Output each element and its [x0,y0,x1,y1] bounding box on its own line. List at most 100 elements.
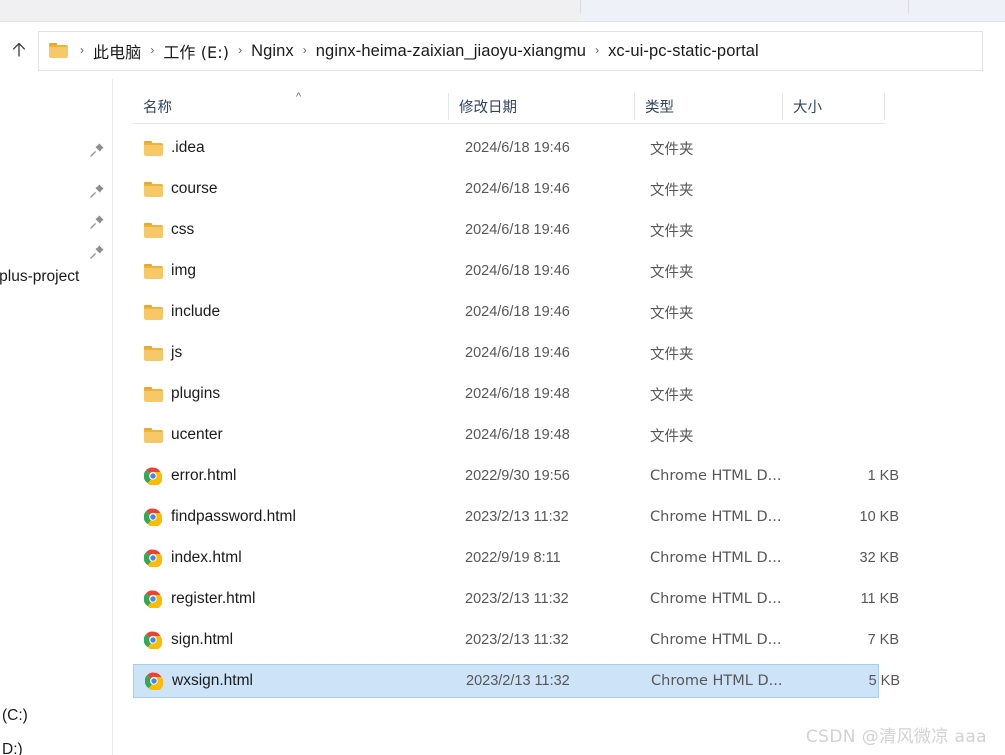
file-explorer-window: › 此电脑 › 工作 (E:) › Nginx › nginx-heima-za… [0,0,1005,755]
rename-icon[interactable] [281,0,289,2]
toolbar-divider-2 [908,0,909,14]
chrome-icon [143,589,163,609]
address-bar[interactable]: › 此电脑 › 工作 (E:) › Nginx › nginx-heima-za… [38,31,983,71]
table-row[interactable]: index.html 2022/9/19 8:11 Chrome HTML D.… [133,541,899,575]
file-date-modified: 2024/6/18 19:46 [465,304,570,320]
column-header-type[interactable]: 类型 [635,89,782,124]
file-date-modified: 2024/6/18 19:46 [465,181,570,197]
copy-icon[interactable] [197,0,206,2]
file-size: 5 KB [868,673,900,689]
chrome-icon [143,548,163,568]
file-list: .idea 2024/6/18 19:46 文件夹 course 2024/6/… [113,127,1005,707]
table-row[interactable]: course 2024/6/18 19:46 文件夹 [133,172,879,206]
file-date-modified: 2024/6/18 19:46 [465,140,570,156]
breadcrumb-item-current-folder[interactable]: xc-ui-pc-static-portal [606,40,761,63]
file-type: 文件夹 [650,387,694,404]
cut-icon[interactable] [110,0,124,2]
folder-icon [143,220,163,240]
file-name: ucenter [171,426,223,443]
chrome-icon [143,630,163,650]
breadcrumb-item-project[interactable]: nginx-heima-zaixian_jiaoyu-xiangmu [314,40,588,63]
folder-icon [143,302,163,322]
file-name: index.html [171,549,242,566]
breadcrumb-separator: › [80,43,84,57]
file-date-modified: 2024/6/18 19:46 [465,345,570,361]
table-row[interactable]: findpassword.html 2023/2/13 11:32 Chrome… [133,500,899,534]
pin-icon[interactable] [88,141,106,159]
file-date-modified: 2024/6/18 19:48 [465,427,570,443]
file-date-modified: 2022/9/30 19:56 [465,468,570,484]
column-header-size[interactable]: 大小 [783,89,884,124]
pin-icon[interactable] [88,182,106,200]
file-date-modified: 2024/6/18 19:46 [465,263,570,279]
table-row[interactable]: include 2024/6/18 19:46 文件夹 [133,295,879,329]
breadcrumb-item-drive-e[interactable]: 工作 (E:) [161,37,231,65]
table-row[interactable]: img 2024/6/18 19:46 文件夹 [133,254,879,288]
column-header-date-label: 修改日期 [459,100,517,116]
sort-ascending-icon: ^ [296,91,302,103]
address-bar-row: › 此电脑 › 工作 (E:) › Nginx › nginx-heima-za… [0,23,1005,78]
pin-quick-access-icon-2[interactable] [46,0,52,2]
column-header-date-modified[interactable]: 修改日期 [449,89,634,124]
pin-quick-access-icon[interactable] [34,0,40,2]
breadcrumb-item-this-pc[interactable]: 此电脑 [91,37,143,65]
column-header-size-label: 大小 [793,100,822,116]
file-name: sign.html [171,631,234,648]
file-date-modified: 2023/2/13 11:32 [465,632,569,648]
folder-icon [143,261,163,281]
table-row[interactable]: js 2024/6/18 19:46 文件夹 [133,336,879,370]
file-name: js [171,344,183,361]
table-row[interactable]: ucenter 2024/6/18 19:48 文件夹 [133,418,879,452]
table-row[interactable]: sign.html 2023/2/13 11:32 Chrome HTML D.… [133,623,899,657]
file-size: 10 KB [859,509,900,525]
file-type: 文件夹 [650,428,694,445]
file-date-modified: 2024/6/18 19:46 [465,222,570,238]
pin-icon[interactable] [88,213,106,231]
sidebar-item-plus-project[interactable]: -plus-project [0,268,79,286]
chrome-icon [144,671,164,691]
file-size: 1 KB [867,468,899,484]
column-header-row: 名称 ^ 修改日期 类型 大小 [133,89,885,124]
file-date-modified: 2024/6/18 19:48 [465,386,570,402]
file-name: plugins [171,385,221,402]
column-header-name[interactable]: 名称 [133,89,448,124]
table-row[interactable]: error.html 2022/9/30 19:56 Chrome HTML D… [133,459,899,493]
table-row[interactable]: plugins 2024/6/18 19:48 文件夹 [133,377,879,411]
file-date-modified: 2022/9/19 8:11 [465,550,561,566]
breadcrumb-separator: › [595,43,600,57]
file-type: 文件夹 [650,182,694,199]
breadcrumb-item-nginx[interactable]: Nginx [249,40,296,63]
folder-icon [143,179,163,199]
column-header-type-label: 类型 [645,100,674,116]
pin-icon[interactable] [88,243,106,261]
delete-icon[interactable] [410,0,424,2]
file-size: 32 KB [859,550,900,566]
file-type: 文件夹 [650,223,694,240]
file-name: include [171,303,221,320]
file-name: findpassword.html [171,508,296,525]
table-row[interactable]: .idea 2024/6/18 19:46 文件夹 [133,131,879,165]
folder-icon [143,384,163,404]
file-type: 文件夹 [650,346,694,363]
navigate-up-button[interactable] [4,35,34,65]
file-name: wxsign.html [172,672,253,689]
toolbar-divider-1 [580,0,581,14]
column-divider-4[interactable] [884,93,885,120]
file-name: css [171,221,195,238]
chrome-icon [143,507,163,527]
chrome-icon [143,466,163,486]
table-row[interactable]: register.html 2023/2/13 11:32 Chrome HTM… [133,582,899,616]
navigation-pane: -plus-project (C:) D:) [0,79,113,755]
file-name: course [171,180,218,197]
table-row-selected[interactable]: wxsign.html 2023/2/13 11:32 Chrome HTML … [133,664,900,698]
table-row[interactable]: css 2024/6/18 19:46 文件夹 [133,213,879,247]
file-type: 文件夹 [650,141,694,158]
paste-icon[interactable] [209,0,222,2]
file-type: 文件夹 [650,264,694,281]
file-date-modified: 2023/2/13 11:32 [466,673,570,689]
folder-icon [143,138,163,158]
file-date-modified: 2023/2/13 11:32 [465,591,569,607]
file-type: 文件夹 [650,305,694,322]
folder-icon [143,343,163,363]
file-date-modified: 2023/2/13 11:32 [465,509,569,525]
